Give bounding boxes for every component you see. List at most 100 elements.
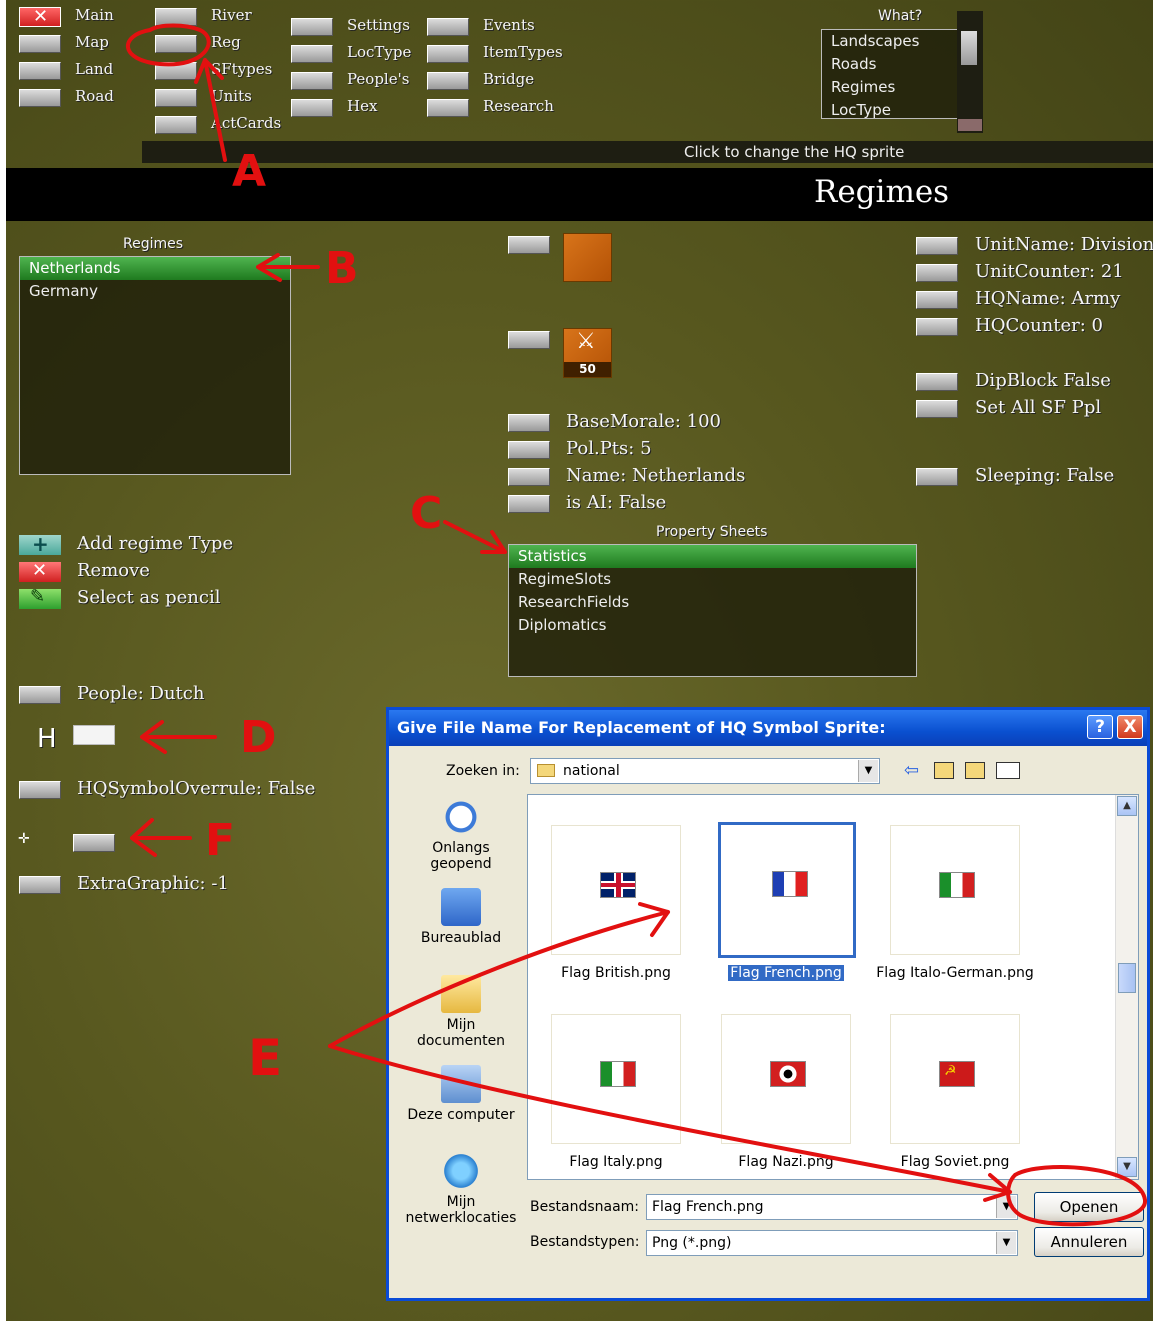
toolbar-button-sftypes[interactable]: [155, 62, 197, 80]
toolbar-item-land[interactable]: Land: [75, 60, 113, 78]
name-button[interactable]: [508, 468, 550, 486]
what-scrollbar[interactable]: [957, 11, 983, 133]
toolbar-button-road[interactable]: [19, 89, 61, 107]
toolbar-item-river[interactable]: River: [211, 6, 252, 24]
scrollbar-thumb[interactable]: [1118, 963, 1136, 993]
view-menu-icon[interactable]: [996, 762, 1020, 779]
list-item[interactable]: Regimes: [822, 76, 957, 99]
pol-pts-button[interactable]: [508, 441, 550, 459]
list-item[interactable]: RegimeSlots: [509, 568, 916, 591]
toolbar-button-bridge[interactable]: [427, 72, 469, 90]
places-recent[interactable]: Onlangs geopend: [401, 798, 521, 872]
toolbar-button-itemtypes[interactable]: [427, 45, 469, 63]
extra-graphic-button[interactable]: [19, 876, 61, 894]
scroll-up-icon[interactable]: ▲: [1117, 796, 1137, 816]
toolbar-item-peoples[interactable]: People's: [347, 70, 409, 88]
toolbar-button-peoples[interactable]: [291, 72, 333, 90]
open-button[interactable]: Openen: [1034, 1192, 1144, 1222]
scroll-down-icon[interactable]: ▼: [1117, 1157, 1137, 1177]
toolbar-item-loctype[interactable]: LocType: [347, 43, 411, 61]
toolbar-button-units[interactable]: [155, 89, 197, 107]
places-desktop[interactable]: Bureaublad: [401, 888, 521, 946]
toolbar-item-main[interactable]: Main: [75, 6, 114, 24]
list-item[interactable]: Germany: [20, 280, 290, 303]
pencil-icon[interactable]: ✎: [19, 586, 61, 609]
toolbar-button-reg[interactable]: [155, 35, 197, 53]
toolbar-item-map[interactable]: Map: [75, 33, 109, 51]
file-name-selected[interactable]: Flag French.png: [696, 965, 876, 981]
close-icon[interactable]: ✕: [19, 6, 61, 27]
help-button[interactable]: ?: [1087, 715, 1113, 739]
places-documents[interactable]: Mijn documenten: [401, 975, 521, 1049]
unit-counter-button[interactable]: [916, 264, 958, 282]
list-item-selected[interactable]: Netherlands: [20, 257, 290, 280]
toolbar-item-road[interactable]: Road: [75, 87, 114, 105]
remove-button[interactable]: Remove: [77, 560, 150, 581]
scrollbar-thumb[interactable]: [961, 31, 977, 65]
file-item-nazi[interactable]: [721, 1014, 851, 1144]
file-list-scrollbar[interactable]: ▲ ▼: [1115, 795, 1138, 1179]
toolbar-button-research[interactable]: [427, 99, 469, 117]
toolbar-button-map[interactable]: [19, 35, 61, 53]
cancel-button[interactable]: Annuleren: [1034, 1227, 1144, 1257]
chevron-down-icon[interactable]: ▼: [996, 1196, 1016, 1218]
toolbar-item-units[interactable]: Units: [211, 87, 252, 105]
list-item[interactable]: Roads: [822, 53, 957, 76]
file-name[interactable]: Flag Nazi.png: [696, 1154, 876, 1170]
file-item-italy[interactable]: [551, 1014, 681, 1144]
toolbar-button-loctype[interactable]: [291, 45, 333, 63]
unit-name-button[interactable]: [916, 237, 958, 255]
file-name[interactable]: Flag British.png: [528, 965, 706, 981]
toolbar-button-river[interactable]: [155, 8, 197, 26]
extra-sprite-button[interactable]: [73, 834, 115, 852]
toolbar-item-hex[interactable]: Hex: [347, 97, 377, 115]
is-ai-button[interactable]: [508, 495, 550, 513]
regime-color-swatch[interactable]: [563, 233, 612, 282]
toolbar-item-events[interactable]: Events: [483, 16, 535, 34]
toolbar-button-actcards[interactable]: [155, 116, 197, 134]
file-item-soviet[interactable]: ☭: [890, 1014, 1020, 1144]
list-item[interactable]: Diplomatics: [509, 614, 916, 637]
toolbar-button-land[interactable]: [19, 62, 61, 80]
select-as-pencil-button[interactable]: Select as pencil: [77, 587, 220, 608]
toolbar-button-settings[interactable]: [291, 18, 333, 36]
close-button[interactable]: X: [1117, 715, 1143, 739]
toolbar-button-events[interactable]: [427, 18, 469, 36]
hq-symbol-override-button[interactable]: [19, 781, 61, 799]
list-item[interactable]: Landscapes: [822, 30, 957, 53]
file-name[interactable]: Flag Italy.png: [528, 1154, 706, 1170]
toolbar-item-actcards[interactable]: ActCards: [211, 114, 281, 132]
dialog-titlebar[interactable]: Give File Name For Replacement of HQ Sym…: [389, 710, 1147, 746]
list-item-selected[interactable]: Statistics: [509, 545, 916, 568]
color-button[interactable]: [508, 236, 550, 254]
list-item[interactable]: ResearchFields: [509, 591, 916, 614]
regimes-list[interactable]: Netherlands Germany: [19, 256, 291, 475]
unit-counter-icon[interactable]: ⚔ 50: [563, 328, 612, 378]
places-computer[interactable]: Deze computer: [401, 1065, 521, 1123]
scroll-down-icon[interactable]: [958, 119, 982, 131]
file-name[interactable]: Flag Italo-German.png: [865, 965, 1045, 981]
counter-button[interactable]: [508, 331, 550, 349]
toolbar-button-hex[interactable]: [291, 99, 333, 117]
set-all-sf-ppl-button[interactable]: [916, 400, 958, 418]
base-morale-button[interactable]: [508, 414, 550, 432]
file-name[interactable]: Flag Soviet.png: [865, 1154, 1045, 1170]
toolbar-item-itemtypes[interactable]: ItemTypes: [483, 43, 563, 61]
hq-counter-button[interactable]: [916, 318, 958, 336]
up-folder-icon[interactable]: [934, 762, 954, 779]
what-list[interactable]: Landscapes Roads Regimes LocType: [821, 29, 958, 119]
toolbar-item-sftypes[interactable]: SFtypes: [211, 60, 272, 78]
back-icon[interactable]: ⇦: [904, 760, 919, 781]
add-regime-type-button[interactable]: Add regime Type: [77, 533, 233, 554]
hq-name-button[interactable]: [916, 291, 958, 309]
toolbar-item-settings[interactable]: Settings: [347, 16, 410, 34]
look-in-select[interactable]: national ▼: [530, 758, 880, 784]
sleeping-button[interactable]: [916, 468, 958, 486]
chevron-down-icon[interactable]: ▼: [858, 760, 878, 782]
file-item-british[interactable]: [551, 825, 681, 955]
chevron-down-icon[interactable]: ▼: [996, 1232, 1016, 1254]
toolbar-item-bridge[interactable]: Bridge: [483, 70, 534, 88]
filename-input[interactable]: Flag French.png ▼: [646, 1194, 1018, 1220]
toolbar-item-research[interactable]: Research: [483, 97, 554, 115]
places-network[interactable]: Mijn netwerklocaties: [401, 1152, 521, 1226]
